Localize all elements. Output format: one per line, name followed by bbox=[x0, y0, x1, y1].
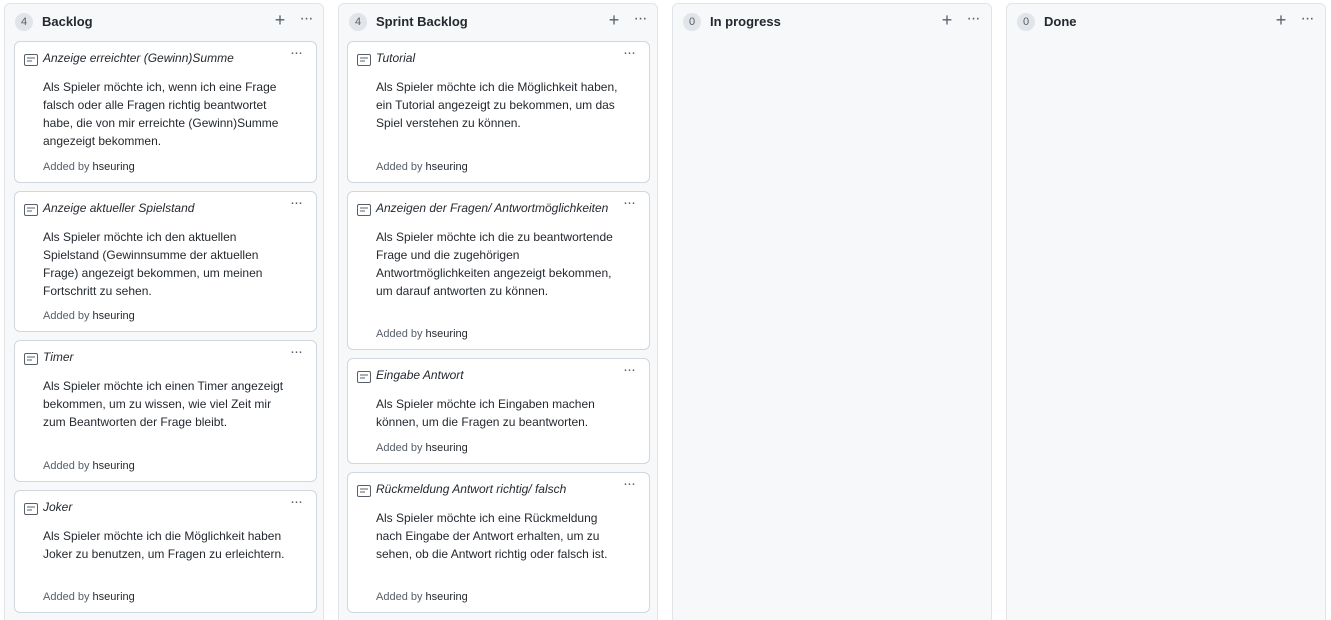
add-card-plus-icon[interactable]: + bbox=[605, 10, 623, 30]
card-menu-kebab-icon[interactable]: ··· bbox=[619, 476, 639, 493]
card-title: Anzeige erreichter (Gewinn)Summe bbox=[43, 51, 234, 65]
note-icon bbox=[357, 371, 371, 383]
card-title: Anzeige aktueller Spielstand bbox=[43, 201, 195, 215]
card-note: Als Spieler möchte ich die zu beantworte… bbox=[376, 230, 613, 298]
card-note: Als Spieler möchte ich einen Timer angez… bbox=[43, 379, 284, 429]
card-author-link[interactable]: hseuring bbox=[426, 442, 468, 454]
column-title: Sprint Backlog bbox=[376, 14, 468, 29]
card-added-by: Added by hseuring bbox=[43, 310, 135, 322]
column-menu-kebab-icon[interactable]: ··· bbox=[295, 10, 317, 30]
note-icon bbox=[357, 54, 371, 66]
note-icon bbox=[24, 353, 38, 365]
card-added-by: Added by hseuring bbox=[376, 161, 468, 173]
card-menu-kebab-icon[interactable]: ··· bbox=[286, 494, 306, 511]
column-in-progress: 0 In progress + ··· bbox=[672, 3, 992, 620]
card-note: Als Spieler möchte ich die Möglichkeit h… bbox=[376, 80, 618, 130]
column-menu-kebab-icon[interactable]: ··· bbox=[629, 10, 651, 30]
card[interactable]: Timer ··· Als Spieler möchte ich einen T… bbox=[14, 340, 317, 482]
column-sprint-backlog: 4 Sprint Backlog + ··· Tutorial ··· Als … bbox=[338, 3, 658, 620]
note-icon bbox=[357, 485, 371, 497]
column-title: Done bbox=[1044, 14, 1077, 29]
added-by-label: Added by bbox=[376, 442, 423, 454]
card-note: Als Spieler möchte ich die Möglichkeit h… bbox=[43, 529, 285, 561]
column-count-badge: 0 bbox=[1017, 13, 1035, 31]
card-author-link[interactable]: hseuring bbox=[426, 328, 468, 340]
card-author-link[interactable]: hseuring bbox=[93, 310, 135, 322]
added-by-label: Added by bbox=[43, 310, 90, 322]
card-title: Tutorial bbox=[376, 51, 416, 65]
note-icon bbox=[24, 54, 38, 66]
card[interactable]: Eingabe Antwort ··· Als Spieler möchte i… bbox=[347, 358, 650, 464]
column-menu-kebab-icon[interactable]: ··· bbox=[962, 10, 984, 30]
added-by-label: Added by bbox=[43, 161, 90, 173]
card-author-link[interactable]: hseuring bbox=[93, 460, 135, 472]
column-done: 0 Done + ··· bbox=[1006, 3, 1326, 620]
card-added-by: Added by hseuring bbox=[43, 161, 135, 173]
card-author-link[interactable]: hseuring bbox=[93, 591, 135, 603]
card[interactable]: Anzeige erreichter (Gewinn)Summe ··· Als… bbox=[14, 41, 317, 183]
card-added-by: Added by hseuring bbox=[43, 591, 135, 603]
card-note: Als Spieler möchte ich eine Rückmeldung … bbox=[376, 511, 608, 561]
card-menu-kebab-icon[interactable]: ··· bbox=[619, 362, 639, 379]
card-added-by: Added by hseuring bbox=[43, 460, 135, 472]
card[interactable]: Rückmeldung Antwort richtig/ falsch ··· … bbox=[347, 472, 650, 613]
card[interactable]: Anzeige aktueller Spielstand ··· Als Spi… bbox=[14, 191, 317, 332]
column-menu-kebab-icon[interactable]: ··· bbox=[1296, 10, 1318, 30]
card-title: Joker bbox=[43, 500, 73, 514]
column-header: 4 Sprint Backlog + ··· bbox=[339, 4, 657, 40]
added-by-label: Added by bbox=[43, 591, 90, 603]
added-by-label: Added by bbox=[376, 161, 423, 173]
card-menu-kebab-icon[interactable]: ··· bbox=[286, 195, 306, 212]
card-added-by: Added by hseuring bbox=[376, 591, 468, 603]
add-card-plus-icon[interactable]: + bbox=[1272, 10, 1290, 30]
card-author-link[interactable]: hseuring bbox=[426, 161, 468, 173]
card-note: Als Spieler möchte ich den aktuellen Spi… bbox=[43, 230, 263, 298]
column-header: 0 In progress + ··· bbox=[673, 4, 991, 40]
card-note: Als Spieler möchte ich Eingaben machen k… bbox=[376, 397, 595, 429]
column-count-badge: 4 bbox=[15, 13, 33, 31]
column-header: 0 Done + ··· bbox=[1007, 4, 1325, 40]
note-icon bbox=[24, 503, 38, 515]
column-title: Backlog bbox=[42, 14, 93, 29]
added-by-label: Added by bbox=[376, 591, 423, 603]
card-title: Eingabe Antwort bbox=[376, 368, 464, 382]
card-title: Rückmeldung Antwort richtig/ falsch bbox=[376, 482, 567, 496]
column-title: In progress bbox=[710, 14, 781, 29]
add-card-plus-icon[interactable]: + bbox=[938, 10, 956, 30]
card-title: Anzeigen der Fragen/ Antwortmöglichkeite… bbox=[376, 201, 609, 215]
add-card-plus-icon[interactable]: + bbox=[271, 10, 289, 30]
card-menu-kebab-icon[interactable]: ··· bbox=[286, 344, 306, 361]
card-title: Timer bbox=[43, 350, 74, 364]
card-menu-kebab-icon[interactable]: ··· bbox=[286, 45, 306, 62]
card[interactable]: Anzeigen der Fragen/ Antwortmöglichkeite… bbox=[347, 191, 650, 350]
card[interactable]: Tutorial ··· Als Spieler möchte ich die … bbox=[347, 41, 650, 183]
card-note: Als Spieler möchte ich, wenn ich eine Fr… bbox=[43, 80, 279, 148]
column-count-badge: 4 bbox=[349, 13, 367, 31]
card-added-by: Added by hseuring bbox=[376, 328, 468, 340]
card-menu-kebab-icon[interactable]: ··· bbox=[619, 45, 639, 62]
note-icon bbox=[357, 204, 371, 216]
column-header: 4 Backlog + ··· bbox=[5, 4, 323, 40]
card-added-by: Added by hseuring bbox=[376, 442, 468, 454]
added-by-label: Added by bbox=[43, 460, 90, 472]
column-count-badge: 0 bbox=[683, 13, 701, 31]
note-icon bbox=[24, 204, 38, 216]
card-author-link[interactable]: hseuring bbox=[93, 161, 135, 173]
column-backlog: 4 Backlog + ··· Anzeige erreichter (Gewi… bbox=[4, 3, 324, 620]
card[interactable]: Joker ··· Als Spieler möchte ich die Mög… bbox=[14, 490, 317, 613]
added-by-label: Added by bbox=[376, 328, 423, 340]
card-author-link[interactable]: hseuring bbox=[426, 591, 468, 603]
card-menu-kebab-icon[interactable]: ··· bbox=[619, 195, 639, 212]
